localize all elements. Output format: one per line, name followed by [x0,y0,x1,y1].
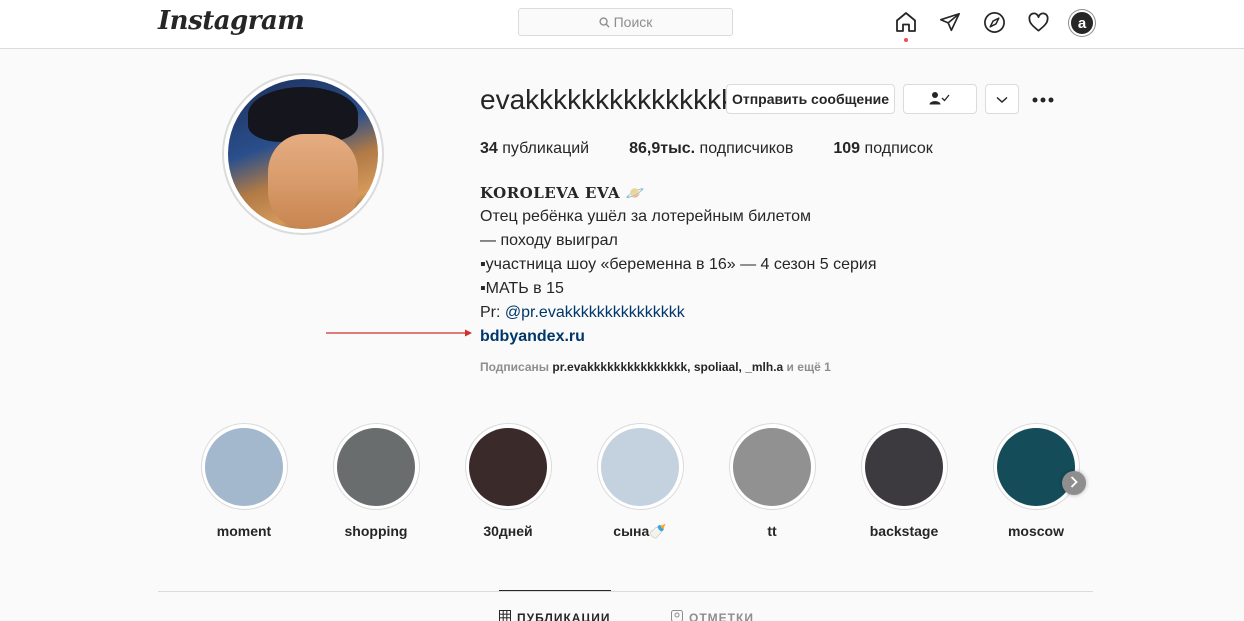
following-count-label: подписок [864,140,933,157]
highlight-cover-ring [992,423,1080,510]
direct-messages-icon[interactable] [937,9,963,35]
send-message-button[interactable]: Отправить сообщение [726,84,895,114]
following-link[interactable]: 109 подписок [833,140,932,158]
user-check-icon [929,91,951,108]
story-highlight[interactable]: backstage [860,423,948,540]
highlight-label: moment [216,523,272,539]
followed-by-names: pr.evakkkkkkkkkkkkkkk, spoliaal, _mlh.a [552,360,784,374]
bio-line: — походу выиграл [480,232,618,249]
profile-bio: KOROLEVA EVA 🪐 Отец ребёнка ушёл за лоте… [480,181,877,349]
tab-tagged[interactable]: ОТМЕТКИ [671,610,754,621]
highlight-label: 30дней [483,523,533,539]
highlight-cover [997,427,1075,506]
profile-full-name: KOROLEVA EVA 🪐 [480,184,645,202]
profile-username: evakkkkkkkkkkkkkkk [480,84,736,115]
more-options-icon[interactable] [1032,92,1054,103]
pr-mention-link[interactable]: @pr.evakkkkkkkkkkkkkkk [505,304,685,321]
profile-stats: 34 публикаций 86,9тыс. подписчиков 109 п… [480,140,973,158]
suggestions-dropdown-button[interactable] [985,84,1019,114]
bio-line: Отец ребёнка ушёл за лотерейным билетом [480,208,811,225]
tabs-divider [158,591,1093,592]
following-count-value: 109 [833,140,861,157]
instagram-logo[interactable]: Instagram [158,6,305,36]
search-placeholder: Поиск [613,14,653,30]
following-button[interactable] [903,84,977,114]
search-icon [599,16,610,28]
tagged-icon [671,610,683,621]
highlight-cover-ring [860,423,948,510]
highlight-cover [865,427,943,506]
highlight-cover-ring [200,423,288,510]
profile-avatar-icon[interactable]: a [1069,9,1095,35]
home-icon[interactable] [893,9,919,42]
story-highlight[interactable]: moment [200,423,288,540]
explore-compass-icon[interactable] [981,9,1007,35]
followers-link[interactable]: 86,9тыс. подписчиков [629,140,793,158]
highlight-label: shopping [344,523,408,539]
posts-count-value: 34 [480,140,498,157]
highlight-cover [337,427,415,506]
highlight-label: backstage [869,523,939,539]
story-highlights: moment shopping 30дней сына🍼 tt backstage mosc… [200,423,1124,540]
active-tab-indicator [499,590,611,591]
top-navigation-bar: Instagram Поиск a [0,0,1244,49]
highlights-next-button[interactable] [1062,471,1086,495]
followers-count-value: 86,9тыс. [629,140,696,157]
followed-by-prefix: Подписаны [480,360,553,374]
story-highlight[interactable]: сына🍼 [596,423,684,540]
annotation-arrow [326,326,474,344]
nav-icons: a [893,9,1095,42]
highlight-cover-ring [464,423,552,510]
profile-avatar[interactable] [222,73,384,235]
highlight-cover-ring [332,423,420,510]
posts-count: 34 публикаций [480,140,589,158]
notification-dot [904,38,908,42]
posts-count-label: публикаций [502,140,590,157]
chevron-down-icon [996,91,1008,107]
tab-posts[interactable]: ПУБЛИКАЦИИ [499,610,610,621]
profile-photo [228,79,378,229]
activity-heart-icon[interactable] [1025,9,1051,35]
story-highlight[interactable]: 30дней [464,423,552,540]
highlight-cover [601,427,679,506]
bio-line: ▪МАТЬ в 15 [480,280,564,297]
story-highlight[interactable]: tt [728,423,816,540]
story-highlight[interactable]: shopping [332,423,420,540]
highlight-cover [469,427,547,506]
pr-prefix: Pr: [480,304,505,321]
tab-posts-label: ПУБЛИКАЦИИ [517,610,611,621]
tab-tagged-label: ОТМЕТКИ [689,610,754,621]
website-link[interactable]: bdbyandex.ru [480,325,877,349]
followed-by-suffix: и ещё 1 [783,360,831,374]
chevron-right-icon [1070,475,1078,491]
grid-icon [499,610,511,621]
followers-count-label: подписчиков [699,140,794,157]
highlight-cover [733,427,811,506]
highlight-cover-ring [728,423,816,510]
highlight-label: сына🍼 [613,523,667,539]
bio-line: ▪участница шоу «беременна в 16» — 4 сезо… [480,256,877,273]
followed-by[interactable]: Подписаны pr.evakkkkkkkkkkkkkkk, spoliaa… [480,360,831,374]
highlight-label: tt [767,523,777,539]
search-input[interactable]: Поиск [518,8,733,36]
highlight-label: moscow [1007,523,1064,539]
highlight-cover [205,427,283,506]
bio-pr-line: Pr: @pr.evakkkkkkkkkkkkkkk [480,301,877,325]
highlight-cover-ring [596,423,684,510]
avatar: a [1071,12,1093,34]
